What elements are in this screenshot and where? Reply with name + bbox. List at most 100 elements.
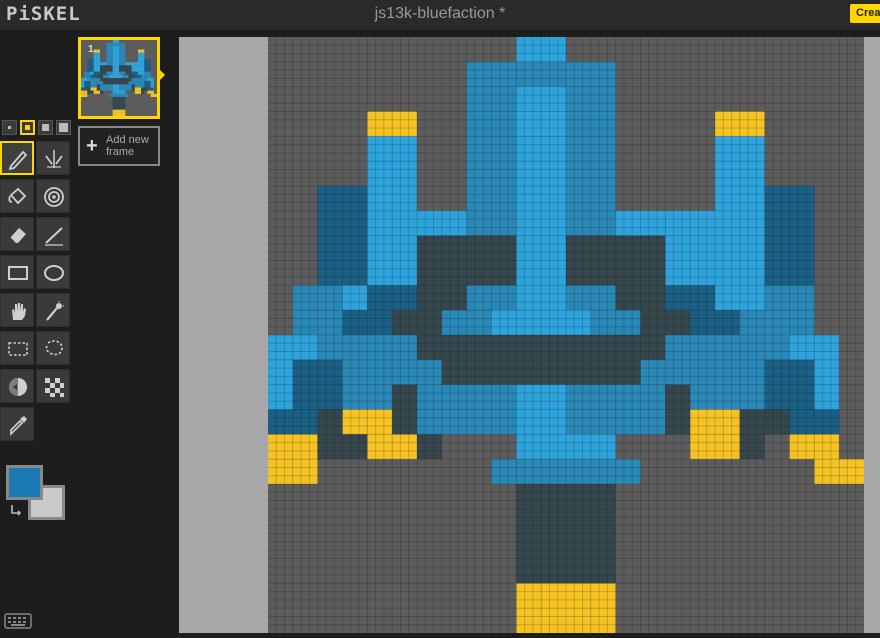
sprite-pixel bbox=[814, 459, 840, 484]
sprite-pixel bbox=[93, 78, 97, 82]
sprite-pixel bbox=[122, 59, 126, 63]
sprite-pixel bbox=[115, 43, 119, 47]
sprite-pixel bbox=[93, 74, 97, 78]
eyedropper-icon bbox=[10, 416, 27, 436]
sprite-pixel bbox=[715, 111, 740, 137]
sprite-pixel bbox=[144, 71, 148, 75]
sprite-pixel bbox=[814, 384, 840, 410]
sprite-pixel bbox=[640, 285, 666, 311]
sprite-pixel bbox=[491, 210, 517, 236]
sprite-pixel bbox=[141, 78, 145, 82]
sprite-pixel bbox=[119, 55, 123, 59]
shape-select-tool[interactable] bbox=[36, 293, 70, 327]
sprite-pixel bbox=[690, 285, 715, 311]
sprite-pixel bbox=[516, 136, 542, 162]
rectangle-tool[interactable] bbox=[0, 255, 34, 289]
sprite-pixel bbox=[392, 409, 417, 435]
pen-size-3[interactable] bbox=[38, 120, 53, 135]
sprite-pixel bbox=[392, 335, 417, 360]
sprite-pixel bbox=[715, 434, 740, 460]
create-sprite-button[interactable]: Create bbox=[850, 4, 880, 23]
sprite-pixel bbox=[96, 52, 100, 56]
sprite-pixel bbox=[144, 78, 148, 82]
pen-size-2[interactable] bbox=[20, 120, 35, 135]
sprite-pixel bbox=[615, 285, 641, 311]
swap-colors-icon[interactable] bbox=[9, 503, 23, 517]
sprite-pixel bbox=[466, 86, 492, 112]
sprite-pixel bbox=[690, 210, 715, 236]
eraser-tool[interactable] bbox=[0, 217, 34, 251]
sprite-pixel bbox=[122, 49, 126, 53]
sprite-pixel bbox=[103, 74, 107, 78]
sprite-pixel bbox=[739, 136, 765, 162]
magic-wand-icon bbox=[46, 301, 64, 321]
sprite-pixel bbox=[441, 384, 467, 410]
sprite-pixel bbox=[789, 310, 815, 335]
sprite-pixel bbox=[441, 285, 467, 311]
sprite-pixel bbox=[367, 260, 393, 286]
sprite-pixel bbox=[491, 384, 517, 410]
sprite-pixel bbox=[839, 459, 864, 484]
sprite-pixel bbox=[93, 49, 97, 53]
sprite-pixel bbox=[87, 90, 91, 94]
vertical-mirror-pen-tool[interactable] bbox=[36, 141, 70, 175]
keyboard-shortcuts-icon[interactable] bbox=[4, 612, 32, 630]
sprite-pixel bbox=[115, 106, 119, 110]
sprite-pixel bbox=[764, 409, 790, 435]
sprite-pixel bbox=[342, 285, 368, 311]
pen-tool[interactable] bbox=[0, 141, 34, 175]
sprite-pixel bbox=[100, 84, 104, 88]
sprite-pixel bbox=[292, 285, 318, 311]
sprite-pixel bbox=[317, 409, 343, 435]
paint-bucket-tool[interactable] bbox=[0, 179, 34, 213]
sprite-pixel bbox=[103, 78, 107, 82]
lasso-select-tool[interactable] bbox=[36, 331, 70, 365]
sprite-pixel bbox=[147, 84, 151, 88]
sprite-pixel bbox=[541, 409, 566, 435]
sprite-pixel bbox=[112, 49, 116, 53]
sprite-pixel bbox=[96, 87, 100, 91]
sprite-pixel bbox=[138, 55, 142, 59]
sprite-pixel bbox=[590, 235, 616, 261]
sprite-pixel bbox=[739, 335, 765, 360]
sprite-pixel bbox=[87, 59, 91, 63]
sprite-pixel bbox=[417, 210, 442, 236]
paint-same-color-tool[interactable] bbox=[36, 179, 70, 213]
sprite-pixel bbox=[93, 55, 97, 59]
sprite-pixel bbox=[665, 285, 691, 311]
sprite-pixel bbox=[84, 90, 88, 94]
sprite-pixel bbox=[122, 81, 126, 85]
sprite-pixel bbox=[566, 136, 591, 162]
lighten-tool[interactable] bbox=[0, 369, 34, 403]
plus-icon: + bbox=[86, 135, 98, 157]
stroke-tool[interactable] bbox=[36, 217, 70, 251]
sprite-pixel bbox=[566, 583, 591, 609]
primary-color-swatch[interactable] bbox=[6, 465, 43, 500]
sprite-pixel bbox=[367, 186, 393, 211]
dithering-tool[interactable] bbox=[36, 369, 70, 403]
sprite-pixel bbox=[342, 384, 368, 410]
color-picker-tool[interactable] bbox=[0, 407, 34, 441]
drawing-workspace[interactable] bbox=[179, 37, 880, 633]
sprite-pixel bbox=[90, 78, 94, 82]
sprite-pixel bbox=[128, 78, 132, 82]
color-selector bbox=[3, 463, 65, 521]
sprite-pixel bbox=[109, 84, 113, 88]
pen-size-1[interactable] bbox=[2, 120, 17, 135]
move-tool[interactable] bbox=[0, 293, 34, 327]
sprite-pixel bbox=[764, 359, 790, 385]
sprite-pixel bbox=[466, 285, 492, 311]
sprite-pixel bbox=[789, 335, 815, 360]
frame-thumbnail[interactable]: 1 bbox=[78, 37, 160, 119]
circle-tool[interactable] bbox=[36, 255, 70, 289]
drawing-canvas[interactable] bbox=[268, 37, 864, 633]
add-new-frame-button[interactable]: + Add new frame bbox=[78, 126, 160, 166]
sprite-pixel bbox=[134, 65, 138, 69]
pen-size-4[interactable] bbox=[56, 120, 71, 135]
rectangle-select-tool[interactable] bbox=[0, 331, 34, 365]
sprite-pixel bbox=[131, 62, 135, 66]
sprite-pixel bbox=[392, 384, 417, 410]
sprite-pixel bbox=[541, 335, 566, 360]
sprite-pixel bbox=[138, 68, 142, 72]
sprite-pixel bbox=[268, 409, 293, 435]
